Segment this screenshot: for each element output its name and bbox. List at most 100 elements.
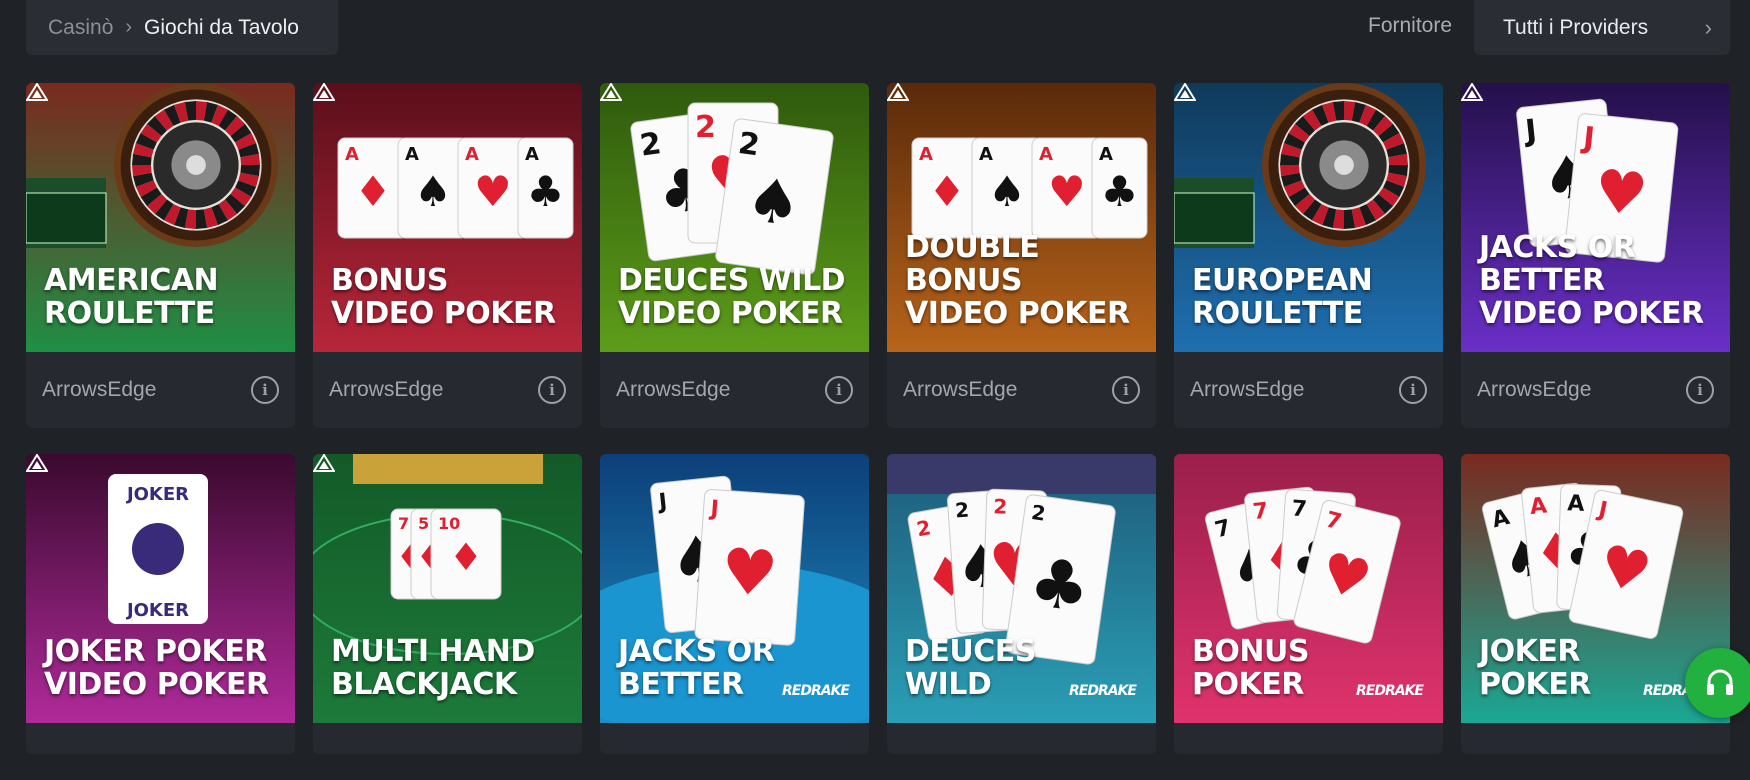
svg-text:10: 10 [438,514,460,533]
info-icon[interactable]: i [1686,376,1714,404]
svg-text:♦: ♦ [928,167,966,216]
game-card[interactable]: AMERICAN ROULETTE ArrowsEdge i [26,83,295,428]
svg-text:♣: ♣ [1101,167,1139,216]
arrowsedge-logo-icon [313,83,335,101]
game-thumbnail[interactable]: 7 ♠ 7 ♦ 7 ♣ 7 ♥ BONUS POKER REDRAKE [1174,454,1443,723]
game-thumbnail[interactable]: AMERICAN ROULETTE [26,83,295,352]
game-thumbnail[interactable]: 2 ♣ 2 ♥ 2 ♠ DEUCES WILD VIDEO POKER [600,83,869,352]
game-title-line-1: AMERICAN [44,263,219,298]
redrake-logo: REDRAKE [782,683,850,699]
game-card[interactable]: A ♦ A ♠ A ♥ A ♣ DOUBLE BONUS VIDEO POKER… [887,83,1156,428]
headset-icon [1707,669,1733,695]
svg-text:A: A [1099,144,1113,165]
game-card-footer: ArrowsEdge i [600,352,869,428]
svg-text:A: A [1529,493,1549,520]
chevron-right-icon: › [1704,14,1712,40]
svg-text:A: A [345,144,359,165]
game-title-line-2: VIDEO POKER [905,296,1130,331]
game-title-line-1: JOKER [1479,634,1581,669]
game-title-line-2: VIDEO POKER [618,296,843,331]
breadcrumb-casino-link[interactable]: Casinò [48,16,113,40]
game-card[interactable]: 7 ♦ 5 ♦ 10 ♦ MULTI HAND BLACKJACK [313,454,582,754]
svg-text:A: A [465,144,479,165]
arrowsedge-logo-icon [600,83,622,101]
game-title-line-1: BONUS [331,263,448,298]
game-title-line-2: VIDEO POKER [44,667,269,702]
svg-text:2: 2 [954,498,970,523]
svg-text:♥: ♥ [719,534,780,611]
game-card[interactable]: 7 ♠ 7 ♦ 7 ♣ 7 ♥ BONUS POKER REDRAKE [1174,454,1443,754]
svg-text:A: A [919,144,933,165]
game-card-footer: ArrowsEdge i [1461,352,1730,428]
svg-text:JOKER: JOKER [125,484,189,505]
svg-text:JOKER: JOKER [125,600,189,621]
game-thumbnail[interactable]: 2 ♦ 2 ♠ 2 ♥ 2 ♣ DEUCES WILD REDRAKE [887,454,1156,723]
provider-filter-label: Fornitore [1368,14,1453,37]
game-title: EUROPEAN ROULETTE [1192,264,1429,330]
info-icon[interactable]: i [1399,376,1427,404]
games-grid: AMERICAN ROULETTE ArrowsEdge i A ♦ A ♠ A… [26,83,1730,780]
svg-text:7: 7 [1252,499,1270,525]
provider-dropdown[interactable]: Tutti i Providers › [1474,0,1730,55]
svg-text:A: A [979,144,993,165]
svg-text:A: A [1039,144,1053,165]
breadcrumb: Casinò › Giochi da Tavolo [26,0,338,55]
game-title-line-2: ROULETTE [1192,296,1363,331]
game-title-line-1: BONUS [1192,634,1309,669]
svg-text:7: 7 [398,514,409,533]
svg-text:A: A [1567,491,1585,517]
game-title-line-1: DEUCES [905,634,1036,669]
game-title: AMERICAN ROULETTE [44,264,281,330]
game-card[interactable]: EUROPEAN ROULETTE ArrowsEdge i [1174,83,1443,428]
game-thumbnail[interactable]: A ♦ A ♠ A ♥ A ♣ BONUS VIDEO POKER [313,83,582,352]
game-title-line-1: EUROPEAN [1192,263,1373,298]
game-card-footer: ArrowsEdge i [26,352,295,428]
svg-text:♣: ♣ [527,167,565,216]
svg-text:♣: ♣ [1024,542,1095,628]
info-icon[interactable]: i [538,376,566,404]
game-thumbnail[interactable]: J ♠ J ♥ JACKS OR BETTER REDRAKE [600,454,869,723]
games-row-2: JOKER JOKER JOKER POKER VIDEO POKER 7 ♦ 5… [26,454,1730,754]
info-icon[interactable]: i [1112,376,1140,404]
game-card[interactable]: JOKER JOKER JOKER POKER VIDEO POKER [26,454,295,754]
svg-text:♠: ♠ [988,167,1026,216]
game-card[interactable]: 2 ♦ 2 ♠ 2 ♥ 2 ♣ DEUCES WILD REDRAKE [887,454,1156,754]
game-thumbnail[interactable]: EUROPEAN ROULETTE [1174,83,1443,352]
game-provider: ArrowsEdge [1477,378,1592,401]
game-card[interactable]: J ♠ J ♥ JACKS OR BETTER VIDEO POKER Arro… [1461,83,1730,428]
game-title-line-2: BLACKJACK [331,667,517,702]
info-icon[interactable]: i [251,376,279,404]
svg-text:2: 2 [695,110,716,145]
redrake-logo: REDRAKE [1356,683,1424,699]
game-thumbnail[interactable]: 7 ♦ 5 ♦ 10 ♦ MULTI HAND BLACKJACK [313,454,582,723]
game-thumbnail[interactable]: A ♦ A ♠ A ♥ A ♣ DOUBLE BONUS VIDEO POKER [887,83,1156,352]
svg-text:♦: ♦ [449,535,483,579]
support-chat-button[interactable] [1685,648,1750,718]
game-provider: ArrowsEdge [903,378,1018,401]
svg-text:5: 5 [418,514,429,533]
arrowsedge-logo-icon [26,454,48,472]
game-card[interactable]: J ♠ J ♥ JACKS OR BETTER REDRAKE [600,454,869,754]
game-title-line-1: DEUCES WILD [618,263,846,298]
game-card[interactable]: 2 ♣ 2 ♥ 2 ♠ DEUCES WILD VIDEO POKER Arro… [600,83,869,428]
game-card-footer: ArrowsEdge i [313,352,582,428]
game-thumbnail[interactable]: JOKER JOKER JOKER POKER VIDEO POKER [26,454,295,723]
game-card[interactable]: A ♦ A ♠ A ♥ A ♣ BONUS VIDEO POKER Arrows… [313,83,582,428]
game-card-footer: ArrowsEdge i [887,352,1156,428]
arrowsedge-logo-icon [313,454,335,472]
game-title-line-1: DOUBLE BONUS [905,230,1040,298]
game-card[interactable]: A ♠ A ♦ A ♣ J ♥ JOKER POKER REDRAKE [1461,454,1730,754]
svg-text:♥: ♥ [474,167,512,216]
game-provider: ArrowsEdge [1190,378,1305,401]
svg-text:7: 7 [1291,496,1308,522]
game-title: DEUCES WILD VIDEO POKER [618,264,855,330]
game-title-line-1: MULTI HAND [331,634,535,669]
svg-text:A: A [405,144,419,165]
svg-text:♠: ♠ [742,163,806,241]
redrake-logo: REDRAKE [1069,683,1137,699]
game-title-line-1: JACKS OR BETTER [1479,230,1636,298]
game-thumbnail[interactable]: J ♠ J ♥ JACKS OR BETTER VIDEO POKER [1461,83,1730,352]
arrowsedge-logo-icon [26,83,48,101]
info-icon[interactable]: i [825,376,853,404]
svg-text:2: 2 [993,494,1008,518]
